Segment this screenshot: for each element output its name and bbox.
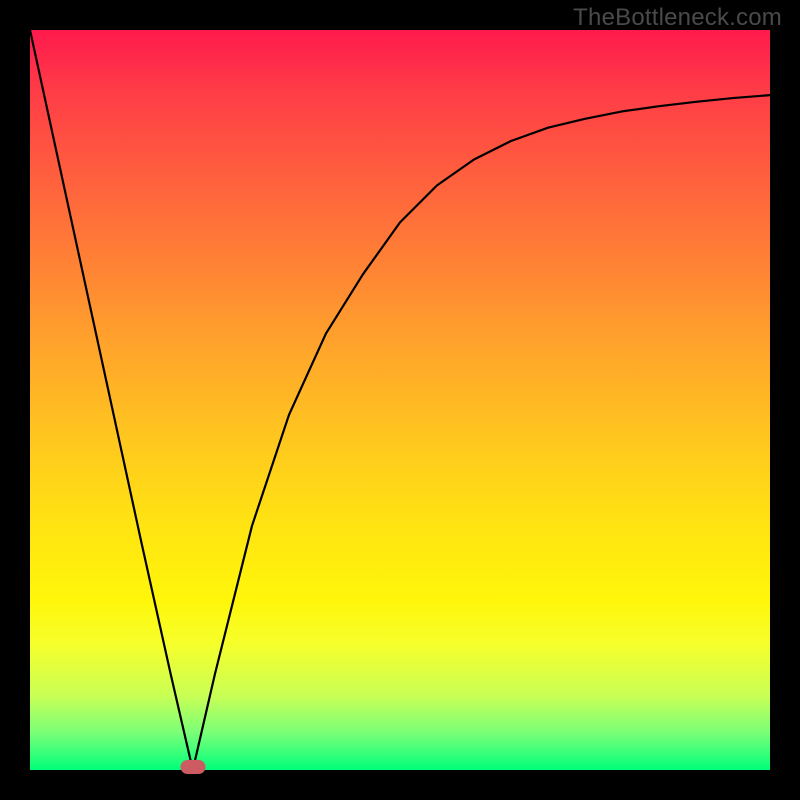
- bottleneck-curve-path: [30, 30, 770, 770]
- watermark-text: TheBottleneck.com: [573, 4, 782, 32]
- optimal-marker: [180, 760, 205, 774]
- curve-svg: [30, 30, 770, 770]
- chart-frame: TheBottleneck.com: [0, 0, 800, 800]
- plot-area: [30, 30, 770, 770]
